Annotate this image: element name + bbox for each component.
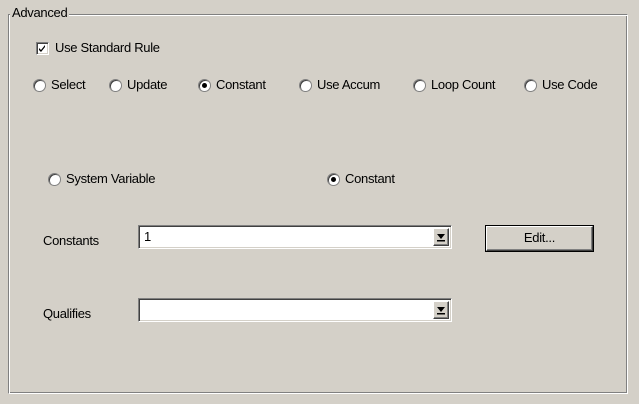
radio-selected-dot <box>202 83 207 88</box>
advanced-group-title: Advanced <box>10 5 70 21</box>
radio-source-constant-label: Constant <box>345 171 395 186</box>
radio-selected-dot <box>331 177 336 182</box>
radio-use-code-label: Use Code <box>542 77 598 92</box>
radio-update[interactable] <box>109 79 122 92</box>
dropdown-arrow-icon <box>437 234 445 242</box>
use-standard-rule-checkbox[interactable] <box>36 42 49 55</box>
qualifies-combobox[interactable] <box>138 298 452 322</box>
radio-system-variable-label: System Variable <box>66 171 156 186</box>
radio-use-accum-label: Use Accum <box>317 77 381 92</box>
constants-dropdown-button[interactable] <box>433 228 449 246</box>
radio-select[interactable] <box>33 79 46 92</box>
constants-label: Constants <box>43 233 99 248</box>
radio-update-label: Update <box>127 77 168 92</box>
radio-use-code[interactable] <box>524 79 537 92</box>
radio-source-constant[interactable] <box>327 173 340 186</box>
radio-use-accum[interactable] <box>299 79 312 92</box>
advanced-groupbox <box>8 14 628 394</box>
dropdown-arrow-icon <box>437 307 445 315</box>
qualifies-label: Qualifies <box>43 306 91 321</box>
radio-constant[interactable] <box>198 79 211 92</box>
use-standard-rule-label: Use Standard Rule <box>55 40 160 55</box>
edit-button[interactable]: Edit... <box>486 226 593 251</box>
radio-select-label: Select <box>51 77 86 92</box>
radio-loop-count[interactable] <box>413 79 426 92</box>
qualifies-dropdown-button[interactable] <box>433 301 449 319</box>
radio-loop-count-label: Loop Count <box>431 77 496 92</box>
constants-value: 1 <box>144 229 152 244</box>
radio-system-variable[interactable] <box>48 173 61 186</box>
constants-combobox[interactable]: 1 <box>138 225 452 249</box>
radio-constant-label: Constant <box>216 77 266 92</box>
checkmark-icon <box>39 45 45 52</box>
